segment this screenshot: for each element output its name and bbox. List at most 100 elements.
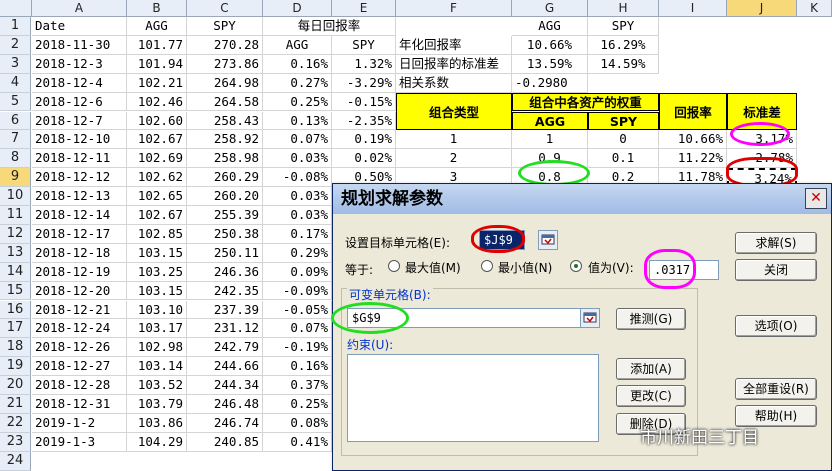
cell-agg-price[interactable]: 103.15 xyxy=(127,243,187,263)
row-header-12[interactable]: 12 xyxy=(0,224,31,244)
column-header-h[interactable]: H xyxy=(588,0,659,17)
row-header-15[interactable]: 15 xyxy=(0,281,31,301)
cell-spy-price[interactable]: 258.43 xyxy=(187,111,263,131)
portfolio-return[interactable]: 10.66% xyxy=(659,130,727,150)
cell-date[interactable]: 2018-12-7 xyxy=(32,111,127,131)
portfolio-spy-weight[interactable]: 0 xyxy=(588,130,659,150)
portfolio-agg-weight[interactable]: 0.9 xyxy=(512,149,588,169)
value-of-radio[interactable] xyxy=(570,260,582,272)
cell-date[interactable]: 2019-1-2 xyxy=(32,413,127,433)
cell-agg-return[interactable]: -0.05% xyxy=(263,300,332,320)
cell-agg-return[interactable]: 0.13% xyxy=(263,111,332,131)
column-header-k[interactable]: K xyxy=(797,0,832,17)
cell-spy-price[interactable]: 264.98 xyxy=(187,73,263,93)
cell-f4[interactable]: 相关系数 xyxy=(396,73,512,93)
row-header-11[interactable]: 11 xyxy=(0,206,31,225)
cell-a1[interactable]: Date xyxy=(32,17,127,36)
cell-b1[interactable]: AGG xyxy=(127,17,187,36)
target-cell-input[interactable]: $J$9 xyxy=(479,230,525,250)
cell-date[interactable]: 2018-12-21 xyxy=(32,300,127,320)
cell-spy-price[interactable]: 246.74 xyxy=(187,413,263,433)
column-header-g[interactable]: G xyxy=(512,0,588,17)
row-header-7[interactable]: 7 xyxy=(0,130,31,150)
cell-date[interactable]: 2018-12-14 xyxy=(32,206,127,225)
cell-date[interactable]: 2018-12-19 xyxy=(32,262,127,282)
guess-button[interactable]: 推测(G) xyxy=(616,308,686,330)
cell-f3[interactable]: 日回报率的标准差 xyxy=(396,54,512,74)
cell-agg-price[interactable]: 103.14 xyxy=(127,357,187,377)
cell-spy-price[interactable]: 242.79 xyxy=(187,338,263,358)
cell-spy-price[interactable]: 270.28 xyxy=(187,35,263,55)
cell-date[interactable]: 2018-12-27 xyxy=(32,357,127,377)
column-header-a[interactable]: A xyxy=(32,0,127,17)
row-header-22[interactable]: 22 xyxy=(0,413,31,433)
cell-spy-price[interactable]: 273.86 xyxy=(187,54,263,74)
cell-agg-price[interactable]: 102.46 xyxy=(127,92,187,112)
cell-date[interactable]: 2018-12-6 xyxy=(32,92,127,112)
cell-date[interactable]: 2018-12-31 xyxy=(32,395,127,414)
cell-spy-price[interactable]: 246.48 xyxy=(187,395,263,414)
cell-spy-return[interactable]: 0.02% xyxy=(332,149,396,169)
cell-spy-price[interactable]: 231.12 xyxy=(187,319,263,339)
cell-agg-return[interactable]: 0.03% xyxy=(263,206,332,225)
cell-spy-price[interactable]: 260.20 xyxy=(187,187,263,206)
cell-h1[interactable]: SPY xyxy=(588,17,659,36)
cell-agg-price[interactable]: 102.60 xyxy=(127,111,187,131)
portfolio-type-header[interactable]: 组合类型 xyxy=(396,92,512,131)
cell-agg-price[interactable]: 104.29 xyxy=(127,432,187,452)
cell-spy-return[interactable]: -3.29% xyxy=(332,73,396,93)
row-header-3[interactable]: 3 xyxy=(0,54,31,74)
portfolio-weight-header[interactable]: 组合中各资产的权重 xyxy=(512,92,659,112)
cell-agg-price[interactable]: 103.86 xyxy=(127,413,187,433)
cell-date[interactable]: 2018-12-17 xyxy=(32,224,127,244)
row-header-9[interactable]: 9 xyxy=(0,168,31,188)
row-header-21[interactable]: 21 xyxy=(0,395,31,414)
cell-agg-return[interactable]: 0.03% xyxy=(263,149,332,169)
cell-agg-price[interactable]: 101.77 xyxy=(127,35,187,55)
constraints-list[interactable] xyxy=(347,354,599,442)
cell-spy-return[interactable]: 1.32% xyxy=(332,54,396,74)
cell-date[interactable]: 2018-12-3 xyxy=(32,54,127,74)
row-header-24[interactable]: 24 xyxy=(0,451,31,471)
row-header-4[interactable]: 4 xyxy=(0,73,31,93)
cell-date[interactable]: 2019-1-3 xyxy=(32,432,127,452)
cell-agg-price[interactable]: 102.21 xyxy=(127,73,187,93)
cell-date[interactable]: 2018-11-30 xyxy=(32,35,127,55)
cell-spy-price[interactable]: 240.85 xyxy=(187,432,263,452)
cell-g2[interactable]: 10.66% xyxy=(512,35,588,55)
cell-spy-price[interactable]: 237.39 xyxy=(187,300,263,320)
column-header-b[interactable]: B xyxy=(127,0,187,17)
cell-agg-price[interactable]: 102.67 xyxy=(127,130,187,150)
cell-spy-price[interactable]: 250.38 xyxy=(187,224,263,244)
portfolio-agg-weight[interactable]: 1 xyxy=(512,130,588,150)
cell-agg-price[interactable]: 102.85 xyxy=(127,224,187,244)
cell-date[interactable]: 2018-12-26 xyxy=(32,338,127,358)
cell-agg-price[interactable]: 103.25 xyxy=(127,262,187,282)
cell-agg-price[interactable]: 103.79 xyxy=(127,395,187,414)
row-header-1[interactable]: 1 xyxy=(0,17,31,36)
cell-h2[interactable]: 16.29% xyxy=(588,35,659,55)
cell-agg-price[interactable]: 102.62 xyxy=(127,168,187,188)
portfolio-type[interactable]: 2 xyxy=(396,149,512,169)
portfolio-spy-header[interactable]: SPY xyxy=(588,111,659,131)
cell-spy-price[interactable]: 260.29 xyxy=(187,168,263,188)
cell-agg-return[interactable]: -0.19% xyxy=(263,338,332,358)
cell-spy-price[interactable]: 244.34 xyxy=(187,376,263,395)
column-header-d[interactable]: D xyxy=(263,0,332,17)
column-header-f[interactable]: F xyxy=(396,0,512,17)
close-button[interactable]: 关闭 xyxy=(735,259,817,281)
cell-date[interactable]: 2018-12-24 xyxy=(32,319,127,339)
cell-g1[interactable]: AGG xyxy=(512,17,588,36)
row-header-6[interactable]: 6 xyxy=(0,111,31,131)
portfolio-return-header[interactable]: 回报率 xyxy=(659,92,727,131)
cell-agg-price[interactable]: 103.17 xyxy=(127,319,187,339)
cell-spy-return[interactable]: -2.35% xyxy=(332,111,396,131)
row-header-10[interactable]: 10 xyxy=(0,187,31,206)
changing-cells-picker-icon[interactable] xyxy=(580,308,600,328)
max-radio[interactable] xyxy=(388,260,400,272)
portfolio-std-header[interactable]: 标准差 xyxy=(727,92,797,131)
row-header-13[interactable]: 13 xyxy=(0,243,31,263)
cell-agg-return[interactable]: 0.29% xyxy=(263,243,332,263)
cell-agg-price[interactable]: 103.10 xyxy=(127,300,187,320)
cell-agg-return[interactable]: 0.09% xyxy=(263,262,332,282)
